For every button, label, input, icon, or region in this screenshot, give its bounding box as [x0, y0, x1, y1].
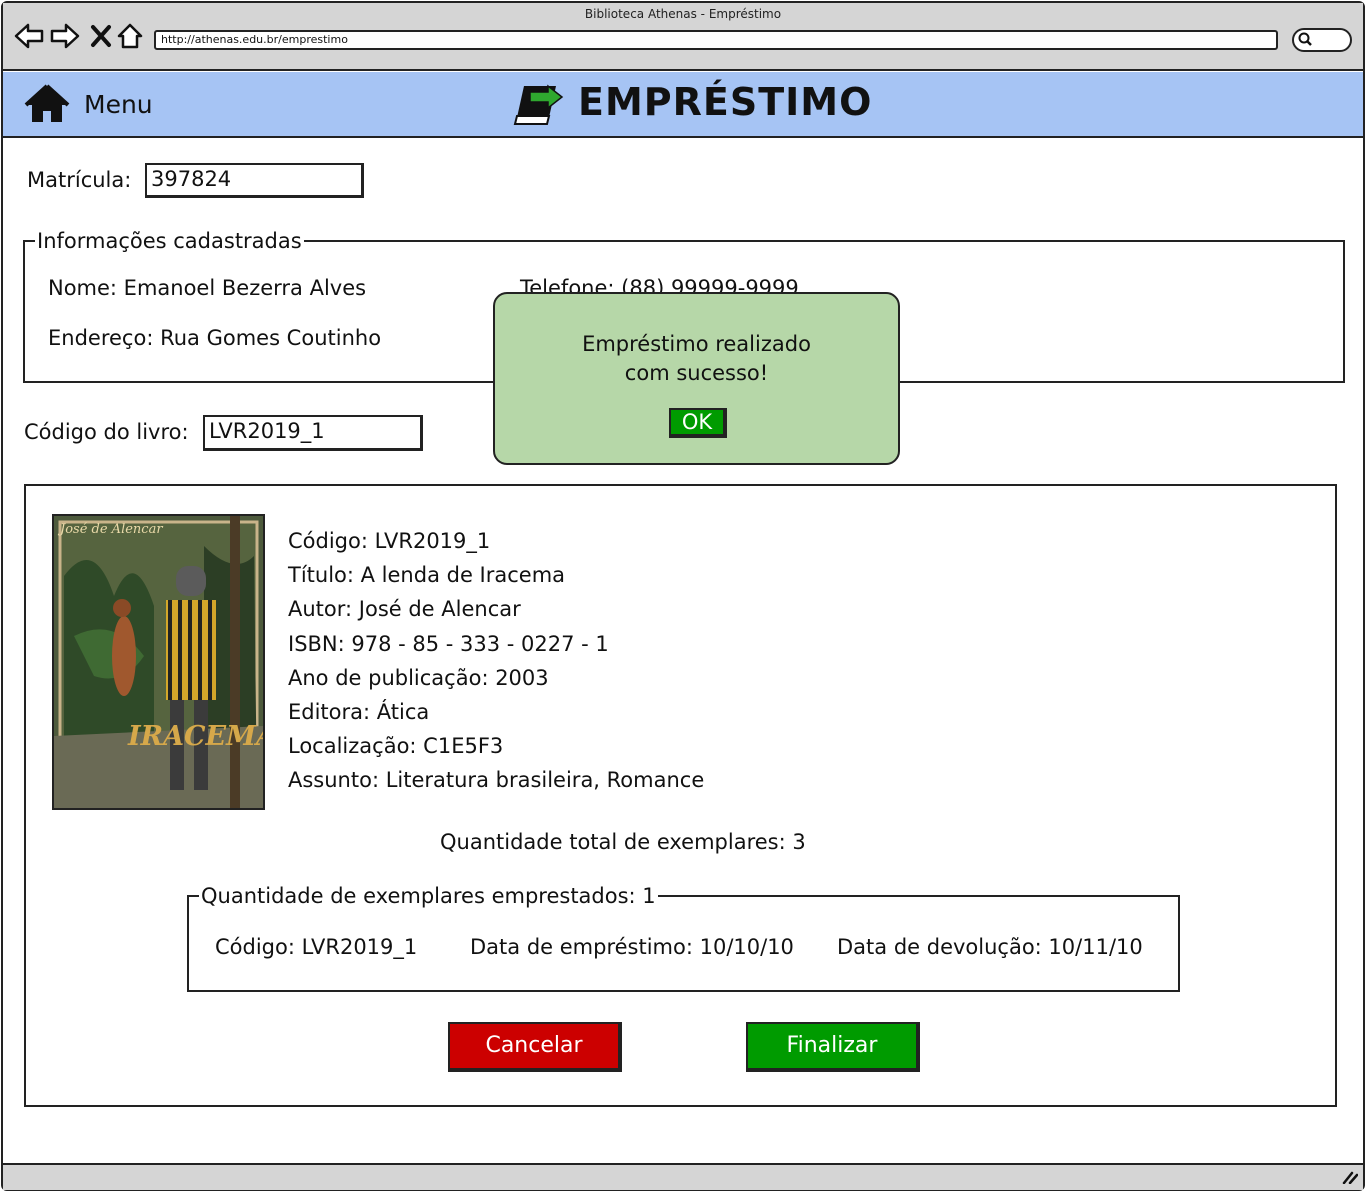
book-isbn: ISBN: 978 - 85 - 333 - 0227 - 1 — [288, 632, 609, 656]
matricula-input[interactable]: 397824 — [145, 163, 364, 198]
ok-button[interactable]: OK — [669, 408, 727, 438]
registered-info-legend: Informações cadastradas — [37, 229, 302, 253]
book-code-label: Código do livro: — [24, 420, 189, 444]
book-code-input[interactable]: LVR2019_1 — [203, 415, 423, 451]
book-assunto: Assunto: Literatura brasileira, Romance — [288, 768, 705, 792]
book-ano: Ano de publicação: 2003 — [288, 666, 549, 690]
browser-search-box[interactable] — [1292, 28, 1352, 52]
book-loan-icon — [512, 82, 566, 132]
success-dialog: Empréstimo realizado com sucesso! OK — [493, 292, 900, 465]
cover-author-text: José de Alencar — [60, 522, 163, 537]
window-title: Biblioteca Athenas - Empréstimo — [584, 7, 782, 21]
menu-home-icon[interactable] — [24, 84, 70, 128]
book-titulo: Título: A lenda de Iracema — [288, 563, 566, 587]
page-title: EMPRÉSTIMO — [578, 80, 873, 124]
loan-data-devolucao: Data de devolução: 10/11/10 — [837, 935, 1143, 959]
book-editora: Editora: Ática — [288, 700, 430, 724]
loaned-copies-legend: Quantidade de exemplares emprestados: 1 — [201, 884, 656, 908]
dialog-message-line1: Empréstimo realizado — [582, 332, 811, 356]
cover-title-text: IRACEMA — [128, 721, 265, 752]
browser-statusbar — [3, 1163, 1363, 1190]
close-icon[interactable] — [90, 24, 112, 52]
book-cover-image: José de Alencar IRACEMA — [52, 514, 265, 810]
info-endereco: Endereço: Rua Gomes Coutinho — [48, 326, 382, 350]
resize-grip-icon[interactable] — [1340, 1170, 1359, 1188]
book-codigo: Código: LVR2019_1 — [288, 529, 491, 553]
loan-codigo: Código: LVR2019_1 — [215, 935, 418, 959]
info-nome: Nome: Emanoel Bezerra Alves — [48, 276, 367, 300]
total-copies-text: Quantidade total de exemplares: 3 — [440, 830, 806, 854]
url-text: http://athenas.edu.br/emprestimo — [161, 33, 348, 46]
search-icon — [1298, 31, 1312, 51]
cancel-button[interactable]: Cancelar — [448, 1022, 622, 1072]
back-icon[interactable] — [14, 22, 44, 54]
forward-icon[interactable] — [50, 22, 80, 54]
dialog-message-line2: com sucesso! — [624, 361, 769, 385]
book-localizacao: Localização: C1E5F3 — [288, 734, 504, 758]
book-autor: Autor: José de Alencar — [288, 597, 521, 621]
finish-button[interactable]: Finalizar — [746, 1022, 920, 1072]
url-bar[interactable]: http://athenas.edu.br/emprestimo — [154, 30, 1278, 50]
home-icon[interactable] — [116, 22, 144, 54]
loan-data-emprestimo: Data de empréstimo: 10/10/10 — [470, 935, 794, 959]
matricula-label: Matrícula: — [27, 168, 132, 192]
menu-label[interactable]: Menu — [84, 90, 153, 119]
dialog-message: Empréstimo realizado com sucesso! — [495, 330, 898, 388]
